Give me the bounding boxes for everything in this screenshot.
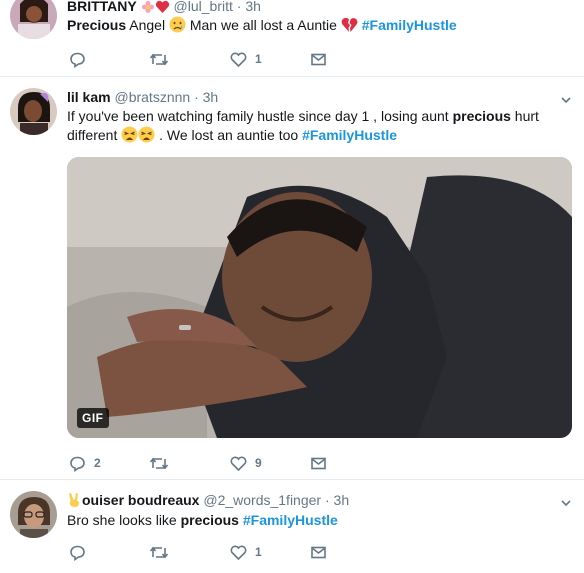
like-count: 1 [255,52,262,66]
weary-face-emoji [121,126,138,148]
display-name[interactable]: ouiser boudreaux [82,492,199,508]
reply-count: 2 [94,456,101,470]
handle[interactable]: @2_words_1finger [203,492,321,508]
hashtag-link[interactable]: #FamilyHustle [243,512,338,528]
display-name[interactable]: lil kam [67,89,111,105]
tweet-text-bold: Precious [67,17,127,33]
gif-badge: GIF [77,408,109,428]
tweet-text: If you've been watching family hustle si… [67,107,567,148]
reply-icon [70,545,85,561]
like-count: 1 [255,545,262,559]
timestamp[interactable]: 3h [245,0,261,14]
retweet-icon [149,457,169,469]
tweet-ouiser[interactable]: ouiser boudreaux @2_words_1finger · 3h B… [0,480,584,573]
display-name[interactable]: BRITTANY [67,0,137,14]
retweet-icon [149,53,169,65]
gif-media[interactable]: GIF [67,157,572,438]
handle[interactable]: @bratsznnn [114,89,190,105]
tweet-actions: 1 [67,542,367,562]
chevron-down-icon[interactable] [560,496,572,508]
retweet-button[interactable] [149,542,177,562]
heart-outline-icon [230,545,247,560]
broken-heart-emoji [341,17,358,38]
tweet-text-part: Bro she looks like [67,512,181,528]
like-button[interactable]: 1 [230,49,262,69]
tweet-brittany[interactable]: BRITTANY @lul_britt · 3h Precious Angel … [0,0,584,77]
crying-face-emoji [169,16,186,38]
separator-dot: · [194,89,199,105]
tweet-lil-kam[interactable]: lil kam @bratsznnn · 3h If you've been w… [0,77,584,480]
like-button[interactable]: 1 [230,542,262,562]
weary-face-emoji [138,126,155,148]
tweet-actions: 1 [67,49,367,69]
tweet-text: Precious Angel Man we all lost a Auntie … [67,16,567,38]
reply-button[interactable]: 2 [69,453,101,473]
like-count: 9 [255,456,262,470]
envelope-icon [311,457,326,469]
tweet-header: lil kam @bratsznnn · 3h [67,88,218,106]
hashtag-link[interactable]: #FamilyHustle [362,17,457,33]
envelope-icon [311,546,326,558]
tweet-text-bold: precious [452,108,511,124]
tweet-text-bold: precious [180,512,239,528]
gif-image [67,157,572,438]
retweet-button[interactable] [149,453,177,473]
tweet-text-part: hurt [510,108,539,124]
hashtag-link[interactable]: #FamilyHustle [302,127,397,143]
retweet-icon [149,546,169,558]
separator-dot: · [236,0,242,14]
victory-hand-emoji [67,492,82,512]
reply-button[interactable] [69,542,94,562]
direct-message-button[interactable] [310,49,327,69]
reply-button[interactable] [69,49,94,69]
direct-message-button[interactable] [310,453,327,473]
tweet-header: ouiser boudreaux @2_words_1finger · 3h [67,491,349,512]
avatar[interactable] [10,88,57,135]
chevron-down-icon[interactable] [560,93,572,105]
avatar[interactable] [10,491,57,538]
avatar[interactable] [10,0,57,39]
heart-outline-icon [230,52,247,67]
direct-message-button[interactable] [310,542,327,562]
like-button[interactable]: 9 [230,453,262,473]
tweet-text-part: . We lost an auntie too [155,127,303,143]
heart-outline-icon [230,456,247,471]
reply-icon [70,52,85,68]
tweet-text-part: different [67,127,122,143]
timestamp[interactable]: 3h [334,492,350,508]
tweet-text-part: Man we all lost a Auntie [185,17,341,33]
envelope-icon [311,53,326,65]
timestamp[interactable]: 3h [203,89,219,105]
handle[interactable]: @lul_britt [174,0,233,14]
tweet-text: Bro she looks like precious #FamilyHustl… [67,511,567,530]
tweet-actions: 2 9 [67,453,367,473]
reply-icon [70,456,85,472]
separator-dot: · [324,492,330,508]
tweet-text-part: Angel [126,17,169,33]
retweet-button[interactable] [149,49,177,69]
tweet-text-part: If you've been watching family hustle si… [67,108,453,124]
